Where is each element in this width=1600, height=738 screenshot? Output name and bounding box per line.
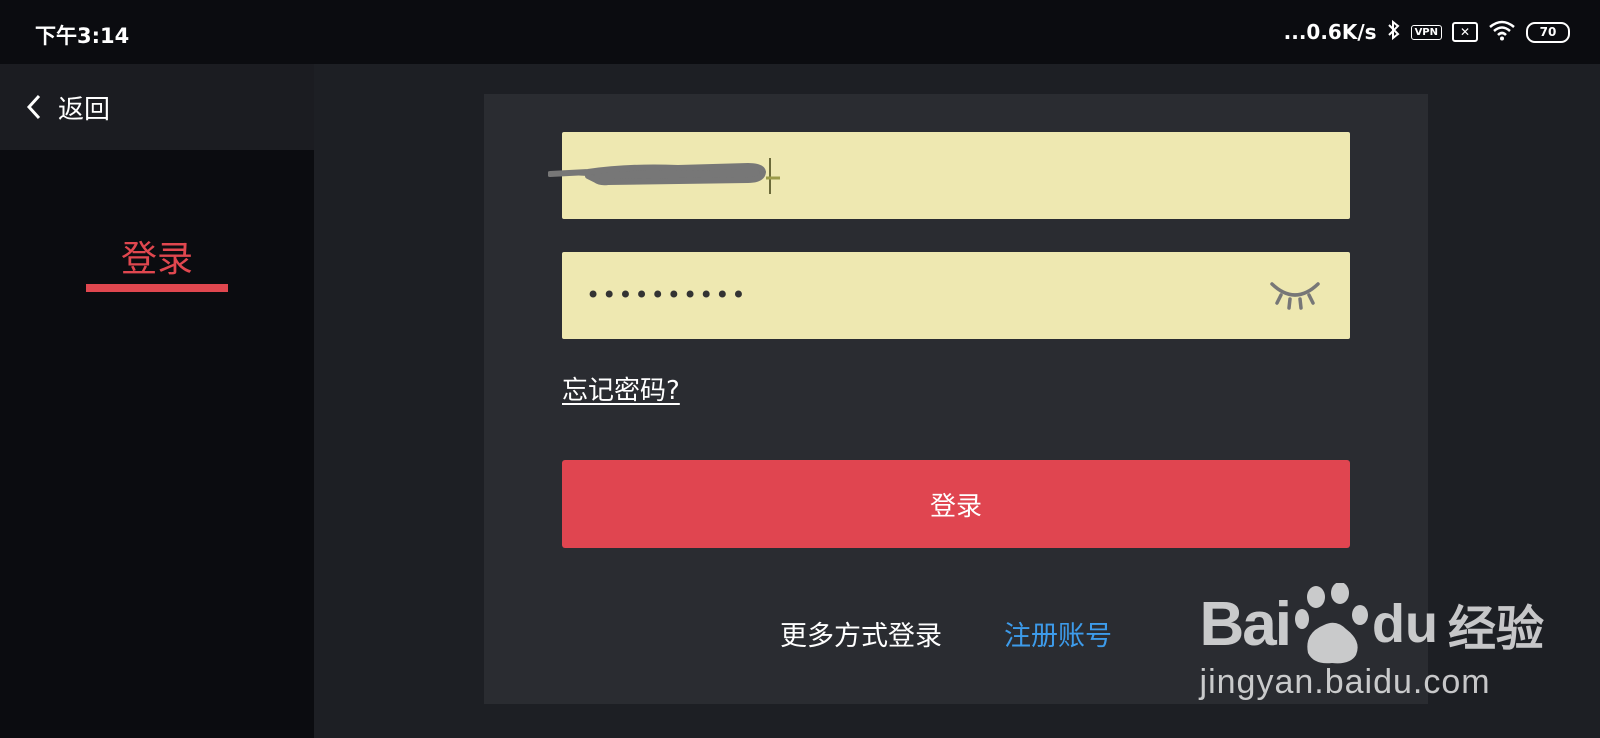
redaction-scribble: [548, 158, 780, 194]
login-button[interactable]: 登录: [562, 460, 1350, 548]
wifi-icon: [1488, 19, 1516, 46]
register-link[interactable]: 注册账号: [1004, 614, 1112, 653]
more-login-link[interactable]: 更多方式登录: [780, 614, 942, 653]
vpn-icon: VPN: [1410, 24, 1442, 40]
sidebar: 返回 登录: [0, 64, 314, 738]
baidu-watermark: Bai du 经验 jingyan.baidu.com: [1200, 583, 1544, 702]
forgot-password-link[interactable]: 忘记密码?: [562, 370, 680, 407]
tab-active-indicator: [86, 284, 228, 292]
back-button[interactable]: 返回: [0, 64, 314, 150]
status-time: 下午3:14: [35, 24, 130, 48]
bluetooth-icon: [1387, 19, 1401, 46]
back-label: 返回: [58, 94, 111, 125]
tab-login[interactable]: 登录: [86, 230, 228, 282]
watermark-brand: Bai: [1199, 589, 1292, 659]
network-speed: ...0.6K/s: [1283, 20, 1377, 44]
status-bar: 下午3:14 ...0.6K/s VPN ✕ 70: [0, 0, 1600, 64]
sim-error-icon: ✕: [1452, 22, 1478, 42]
battery-icon: 70: [1526, 21, 1570, 43]
password-value: ••••••••••: [586, 281, 748, 309]
watermark-url: jingyan.baidu.com: [1199, 663, 1491, 701]
watermark-cn: 经验: [1447, 601, 1544, 657]
watermark-du: du: [1372, 594, 1438, 654]
back-chevron-icon: [24, 92, 50, 122]
eye-closed-icon[interactable]: [1268, 278, 1322, 314]
status-icons: ...0.6K/s VPN ✕ 70: [1284, 18, 1570, 46]
password-field[interactable]: ••••••••••: [562, 252, 1350, 339]
baidu-paw-icon: [1295, 583, 1368, 664]
username-field[interactable]: [548, 132, 1350, 219]
